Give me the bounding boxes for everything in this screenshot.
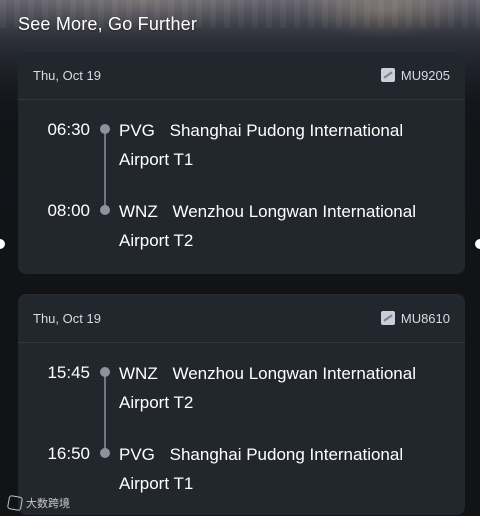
arrival-time: 08:00 (47, 201, 90, 220)
arrival-airport: WNZ Wenzhou Longwan International Airpor… (119, 197, 449, 255)
arrival-airport-name: Wenzhou Longwan International Airport T2 (119, 202, 416, 250)
page-header-title: See More, Go Further (18, 14, 198, 34)
departure-airport: PVG Shanghai Pudong International Airpor… (119, 116, 449, 174)
watermark: 大数跨境 (6, 494, 70, 512)
flight-number: MU9205 (400, 67, 450, 83)
airplane-icon (380, 311, 395, 325)
departure-time: 06:30 (47, 120, 90, 139)
timeline-line (104, 372, 106, 454)
flight-card-1[interactable]: Thu, Oct 19 MU9205 06:30 08:00 PVG Shang… (18, 51, 465, 274)
flight-number-group: MU8610 (380, 310, 450, 326)
timeline-arrival-dot (100, 205, 110, 215)
flight-card-2[interactable]: Thu, Oct 19 MU8610 15:45 16:50 WNZ Wenzh… (18, 294, 465, 515)
flight-number-group: MU9205 (380, 67, 450, 83)
flight-date: Thu, Oct 19 (33, 67, 101, 83)
airplane-icon (380, 68, 395, 82)
arrival-airport-code: WNZ (119, 202, 158, 221)
logo-icon (6, 494, 24, 512)
departure-time: 15:45 (47, 363, 90, 382)
timeline-arrival-dot (100, 448, 110, 458)
flight-timeline: 06:30 08:00 PVG Shanghai Pudong Internat… (18, 100, 465, 274)
watermark-text: 大数跨境 (26, 498, 70, 510)
flight-card-header: Thu, Oct 19 MU8610 (18, 294, 465, 343)
departure-airport-name: Wenzhou Longwan International Airport T2 (119, 364, 416, 412)
timeline-departure-dot (100, 367, 110, 377)
arrival-airport: PVG Shanghai Pudong International Airpor… (119, 440, 449, 498)
flight-date: Thu, Oct 19 (33, 310, 101, 326)
carousel-right-indicator (475, 239, 480, 249)
departure-airport-code: WNZ (119, 364, 158, 383)
timeline-line (104, 129, 106, 211)
departure-airport-name: Shanghai Pudong International Airport T1 (119, 121, 404, 169)
arrival-airport-code: PVG (119, 445, 155, 464)
flight-card-header: Thu, Oct 19 MU9205 (18, 51, 465, 100)
departure-airport: WNZ Wenzhou Longwan International Airpor… (119, 359, 449, 417)
flight-number: MU8610 (400, 310, 450, 326)
arrival-airport-name: Shanghai Pudong International Airport T1 (119, 445, 404, 493)
flight-timeline: 15:45 16:50 WNZ Wenzhou Longwan Internat… (18, 343, 465, 515)
arrival-time: 16:50 (47, 444, 90, 463)
timeline-departure-dot (100, 124, 110, 134)
departure-airport-code: PVG (119, 121, 155, 140)
